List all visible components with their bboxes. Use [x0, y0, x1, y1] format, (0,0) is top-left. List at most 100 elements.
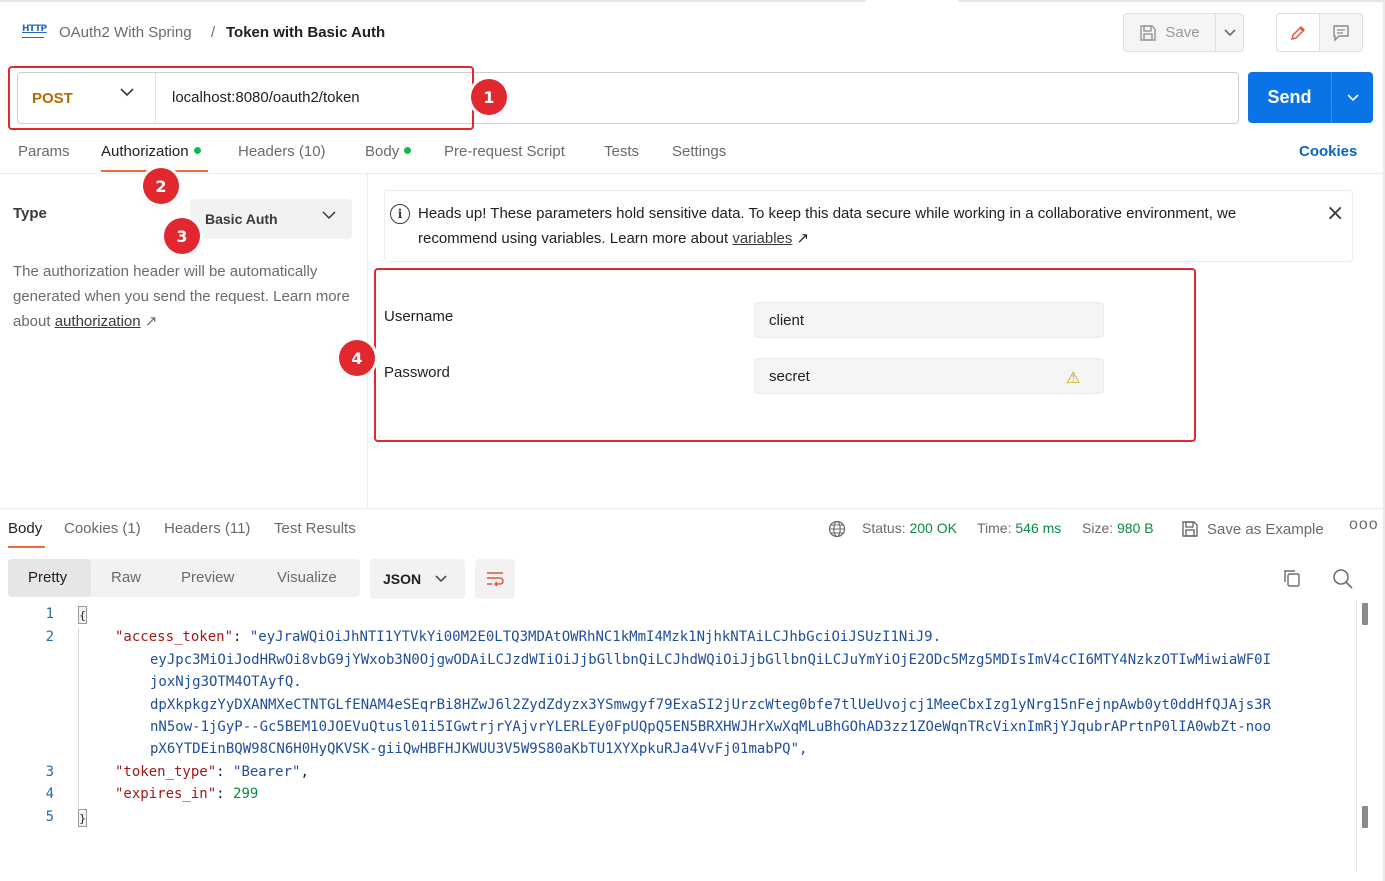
- line-number: 1: [45, 606, 54, 622]
- annotation-badge-4: 4: [339, 340, 375, 376]
- code-line-access-token: "access_token": "eyJraWQiOiJhNTI1YTVkYi0…: [115, 629, 942, 645]
- json-key: "token_type": [115, 764, 217, 780]
- format-select[interactable]: JSON: [370, 559, 465, 599]
- response-tab-cookies[interactable]: Cookies (1): [64, 520, 141, 537]
- response-tab-test-results[interactable]: Test Results: [274, 520, 356, 537]
- external-link-icon: ↗: [140, 313, 158, 330]
- response-tab-body[interactable]: Body: [8, 520, 42, 537]
- annotation-badge-3: 3: [164, 218, 200, 254]
- json-key: "expires_in": [115, 786, 217, 802]
- save-as-example-label: Save as Example: [1207, 520, 1324, 538]
- line-number: 5: [45, 809, 54, 825]
- save-button-group: Save: [1123, 13, 1244, 52]
- status-label: Status:: [862, 520, 906, 536]
- tab-params[interactable]: Params: [18, 143, 70, 160]
- top-border: [0, 0, 866, 2]
- wrap-lines-button[interactable]: [475, 559, 515, 599]
- pencil-icon: [1290, 25, 1306, 40]
- status-readout: Status: 200 OK: [862, 520, 957, 536]
- time-label: Time:: [977, 520, 1012, 536]
- code-line-wrap: nN5ow-1jGyP--Gc5BEM10JOEVuQtusl01i5IGwtr…: [150, 719, 1272, 735]
- tab-authorization[interactable]: Authorization: [101, 143, 201, 160]
- globe-icon[interactable]: [828, 520, 846, 538]
- http-request-icon: HTTP: [22, 24, 47, 44]
- active-tab-indicator: [8, 546, 45, 548]
- status-value: 200 OK: [909, 520, 957, 536]
- code-line-token-type: "token_type": "Bearer",: [115, 764, 309, 780]
- more-options-icon[interactable]: ooo: [1349, 516, 1379, 534]
- open-brace[interactable]: {: [78, 606, 87, 624]
- copy-icon[interactable]: [1282, 568, 1302, 588]
- chevron-down-icon: [322, 211, 336, 220]
- send-button-group: Send: [1248, 72, 1373, 123]
- send-button[interactable]: Send: [1248, 72, 1332, 123]
- search-icon[interactable]: [1332, 568, 1354, 590]
- save-button[interactable]: Save: [1124, 14, 1216, 51]
- breadcrumb-separator: /: [211, 24, 216, 41]
- code-line-wrap: eyJpc3MiOiJodHRwOi8vbG9jYWxob3N0OjgwODAi…: [150, 652, 1272, 668]
- comment-icon: [1333, 24, 1349, 42]
- scrollbar-thumb[interactable]: [1362, 603, 1368, 625]
- tab-headers[interactable]: Headers (10): [238, 143, 326, 160]
- auth-type-value: Basic Auth: [205, 211, 278, 227]
- edit-button[interactable]: [1277, 14, 1320, 51]
- active-dot: [193, 147, 201, 154]
- format-value: JSON: [383, 571, 422, 587]
- authorization-link[interactable]: authorization: [55, 313, 141, 330]
- size-value: 980 B: [1117, 520, 1154, 536]
- tab-body-label: Body: [365, 143, 400, 160]
- sidebar-toggle-group: [1276, 13, 1363, 52]
- panel-divider: [367, 174, 368, 508]
- auth-description: The authorization header will be automat…: [13, 259, 353, 334]
- tab-pre-request-script[interactable]: Pre-request Script: [444, 143, 565, 160]
- code-line-expires-in: "expires_in": 299: [115, 786, 259, 802]
- top-border-right: [958, 0, 1385, 2]
- breadcrumb-request-name[interactable]: Token with Basic Auth: [226, 24, 385, 41]
- cookies-link[interactable]: Cookies: [1299, 143, 1357, 160]
- info-icon: i: [390, 204, 410, 224]
- code-line-wrap: joxNjg3OTM4OTAyfQ.: [150, 674, 302, 690]
- close-icon[interactable]: ×: [1326, 203, 1344, 225]
- scrollbar-track: [1356, 600, 1357, 872]
- tab-settings[interactable]: Settings: [672, 143, 726, 160]
- variables-link[interactable]: variables: [732, 230, 792, 247]
- annotation-badge-1: 1: [471, 79, 507, 115]
- view-tab-raw[interactable]: Raw: [111, 569, 141, 586]
- tab-body[interactable]: Body: [365, 143, 412, 160]
- view-tab-preview[interactable]: Preview: [181, 569, 234, 586]
- breadcrumb-collection[interactable]: OAuth2 With Spring: [59, 24, 192, 41]
- chevron-down-icon: [1346, 93, 1359, 101]
- line-number: 4: [45, 786, 54, 802]
- time-value: 546 ms: [1015, 520, 1062, 536]
- line-number: 2: [45, 629, 54, 645]
- line-number: 3: [45, 764, 54, 780]
- size-readout: Size: 980 B: [1082, 520, 1154, 536]
- size-label: Size:: [1082, 520, 1114, 536]
- tab-authorization-label: Authorization: [101, 143, 189, 160]
- json-string: "Bearer": [233, 764, 301, 780]
- wrap-icon: [487, 572, 504, 587]
- json-string: "eyJraWQiOiJhNTI1YTVkYi00M2E0LTQ3MDAtOWR…: [249, 629, 942, 645]
- close-brace[interactable]: }: [78, 809, 87, 827]
- save-label: Save: [1165, 24, 1200, 41]
- save-as-example-button[interactable]: Save as Example: [1181, 520, 1324, 538]
- view-tab-visualize[interactable]: Visualize: [277, 569, 337, 586]
- divider: [0, 173, 1385, 174]
- response-tab-headers[interactable]: Headers (11): [164, 520, 250, 537]
- view-tab-pretty[interactable]: Pretty: [28, 569, 67, 586]
- annotation-box-1: [8, 66, 474, 130]
- json-key: "access_token": [115, 629, 234, 645]
- scrollbar-thumb[interactable]: [1362, 806, 1368, 828]
- save-icon: [1140, 24, 1157, 41]
- active-dot: [404, 147, 412, 154]
- save-options-button[interactable]: [1216, 28, 1243, 37]
- save-icon: [1182, 521, 1198, 537]
- external-link-icon: ↗: [792, 230, 810, 247]
- indent-guide: [78, 628, 79, 808]
- annotation-box-4: [374, 268, 1196, 442]
- notice-body: Heads up! These parameters hold sensitiv…: [418, 205, 1237, 247]
- comments-button[interactable]: [1320, 14, 1362, 51]
- chevron-down-icon: [435, 575, 447, 583]
- tab-tests[interactable]: Tests: [604, 143, 639, 160]
- send-options-button[interactable]: [1332, 93, 1373, 102]
